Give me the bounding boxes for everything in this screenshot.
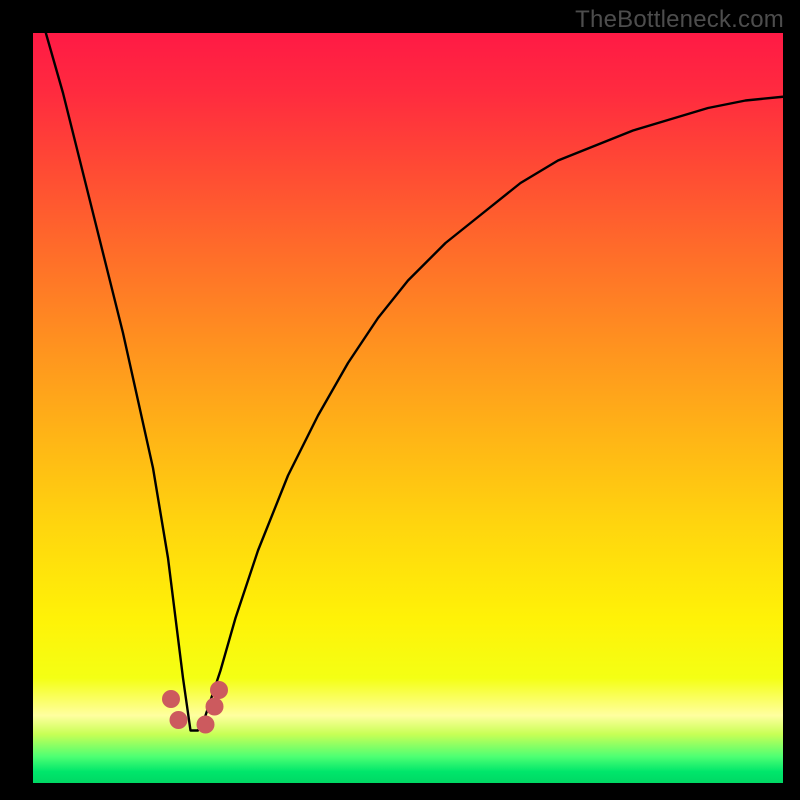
marker-group: [162, 681, 228, 734]
valley-marker: [162, 690, 180, 708]
valley-marker: [206, 698, 224, 716]
watermark-text: TheBottleneck.com: [575, 6, 784, 34]
valley-marker: [197, 716, 215, 734]
chart-frame: TheBottleneck.com: [0, 0, 800, 800]
bottleneck-curve: [33, 33, 783, 731]
valley-marker: [210, 681, 228, 699]
curve-layer: [33, 33, 783, 783]
plot-area: [33, 33, 783, 783]
valley-marker: [170, 711, 188, 729]
